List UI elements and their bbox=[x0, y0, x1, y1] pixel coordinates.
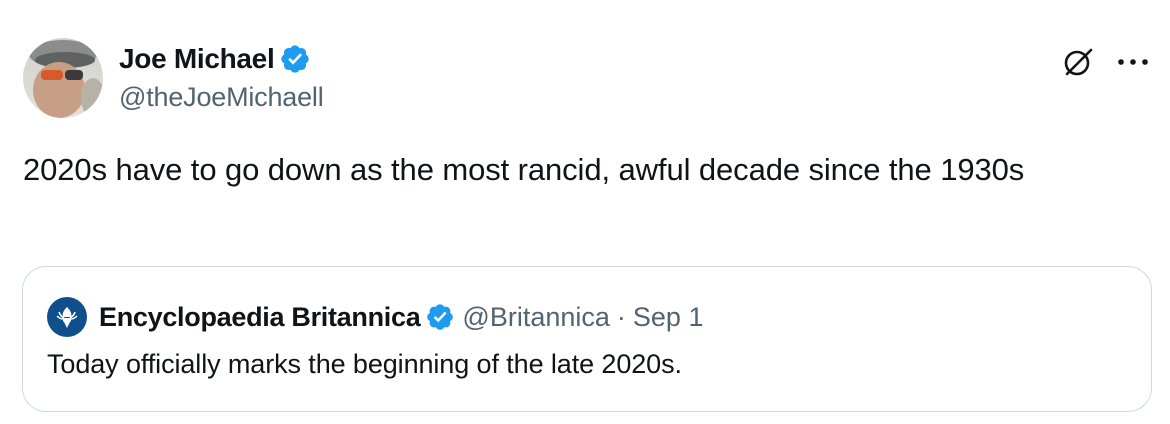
separator-dot: · bbox=[616, 301, 626, 332]
name-row: Joe Michael bbox=[119, 40, 324, 78]
quoted-tweet-header: Encyclopaedia Britannica @Britannica · S… bbox=[47, 297, 703, 337]
more-options-button[interactable] bbox=[1113, 42, 1153, 82]
quoted-author-display-name[interactable]: Encyclopaedia Britannica bbox=[99, 302, 421, 333]
tweet-text: 2020s have to go down as the most rancid… bbox=[23, 152, 1025, 187]
verified-badge-icon bbox=[279, 43, 311, 75]
author-block: Joe Michael @theJoeMichaell bbox=[119, 40, 324, 113]
verified-badge-icon bbox=[425, 302, 455, 332]
quoted-tweet-date[interactable]: Sep 1 bbox=[633, 302, 704, 333]
tweet: Joe Michael @theJoeMichaell 2020s have t… bbox=[0, 0, 1170, 424]
grok-button[interactable] bbox=[1058, 42, 1098, 82]
quoted-avatar[interactable] bbox=[47, 297, 87, 337]
avatar[interactable] bbox=[23, 38, 103, 118]
quoted-tweet[interactable]: Encyclopaedia Britannica @Britannica · S… bbox=[22, 266, 1152, 412]
author-display-name[interactable]: Joe Michael bbox=[119, 43, 275, 75]
more-horizontal-icon bbox=[1118, 59, 1148, 65]
quoted-author-handle[interactable]: @Britannica bbox=[462, 302, 609, 333]
britannica-thistle-icon bbox=[56, 307, 78, 328]
quoted-tweet-text: Today officially marks the beginning of … bbox=[47, 349, 682, 379]
grok-icon bbox=[1064, 48, 1093, 76]
author-handle[interactable]: @theJoeMichaell bbox=[119, 82, 324, 113]
